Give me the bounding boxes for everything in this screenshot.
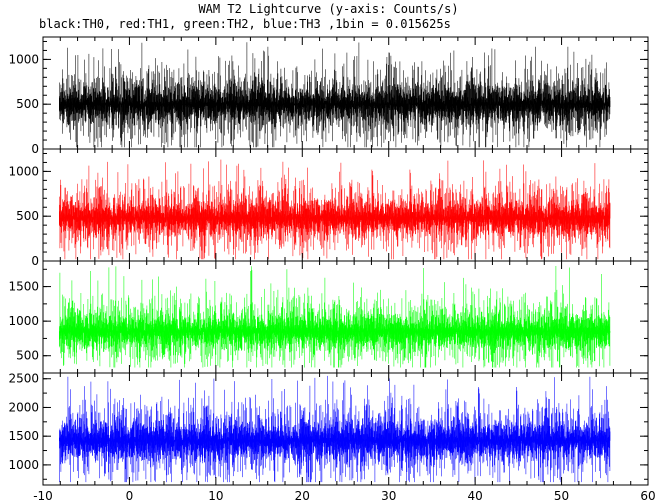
x-tick-label: 50 [554,489,569,503]
x-tick-label: 20 [295,489,310,503]
x-tick-label: 10 [208,489,223,503]
y-tick-label: 0 [31,254,39,268]
lightcurve-plot-area: 0500100005001000500100015001000150020002… [8,36,656,503]
y-tick-label: 1000 [8,52,39,66]
y-tick-label: 500 [16,349,39,363]
y-tick-label: 500 [16,97,39,111]
x-tick-label: -10 [33,489,53,503]
y-tick-label: 2000 [8,400,39,414]
x-tick-label: 40 [468,489,483,503]
y-tick-label: 0 [31,142,39,156]
x-tick-label: 60 [640,489,655,503]
y-tick-label: 1000 [8,314,39,328]
panel-th3: 1000 1500 2000 2500 [8,372,649,486]
lightcurve-trace-th3 [59,375,611,483]
x-tick-label: 0 [126,489,134,503]
panel-th1: 0 500 1000 [8,148,649,268]
panel-th0: 0 500 1000 [8,36,649,156]
x-tick-label: 30 [381,489,396,503]
y-tick-label: 1500 [8,280,39,294]
y-tick-label: 1500 [8,429,39,443]
panel-th2: 500 1000 1500 [8,260,649,374]
y-tick-label: 1000 [8,458,39,472]
y-tick-label: 500 [16,209,39,223]
lightcurve-figure: WAM T2 Lightcurve (y-axis: Counts/s) bla… [0,0,657,504]
y-tick-label: 2500 [8,372,39,386]
y-tick-label: 1000 [8,164,39,178]
